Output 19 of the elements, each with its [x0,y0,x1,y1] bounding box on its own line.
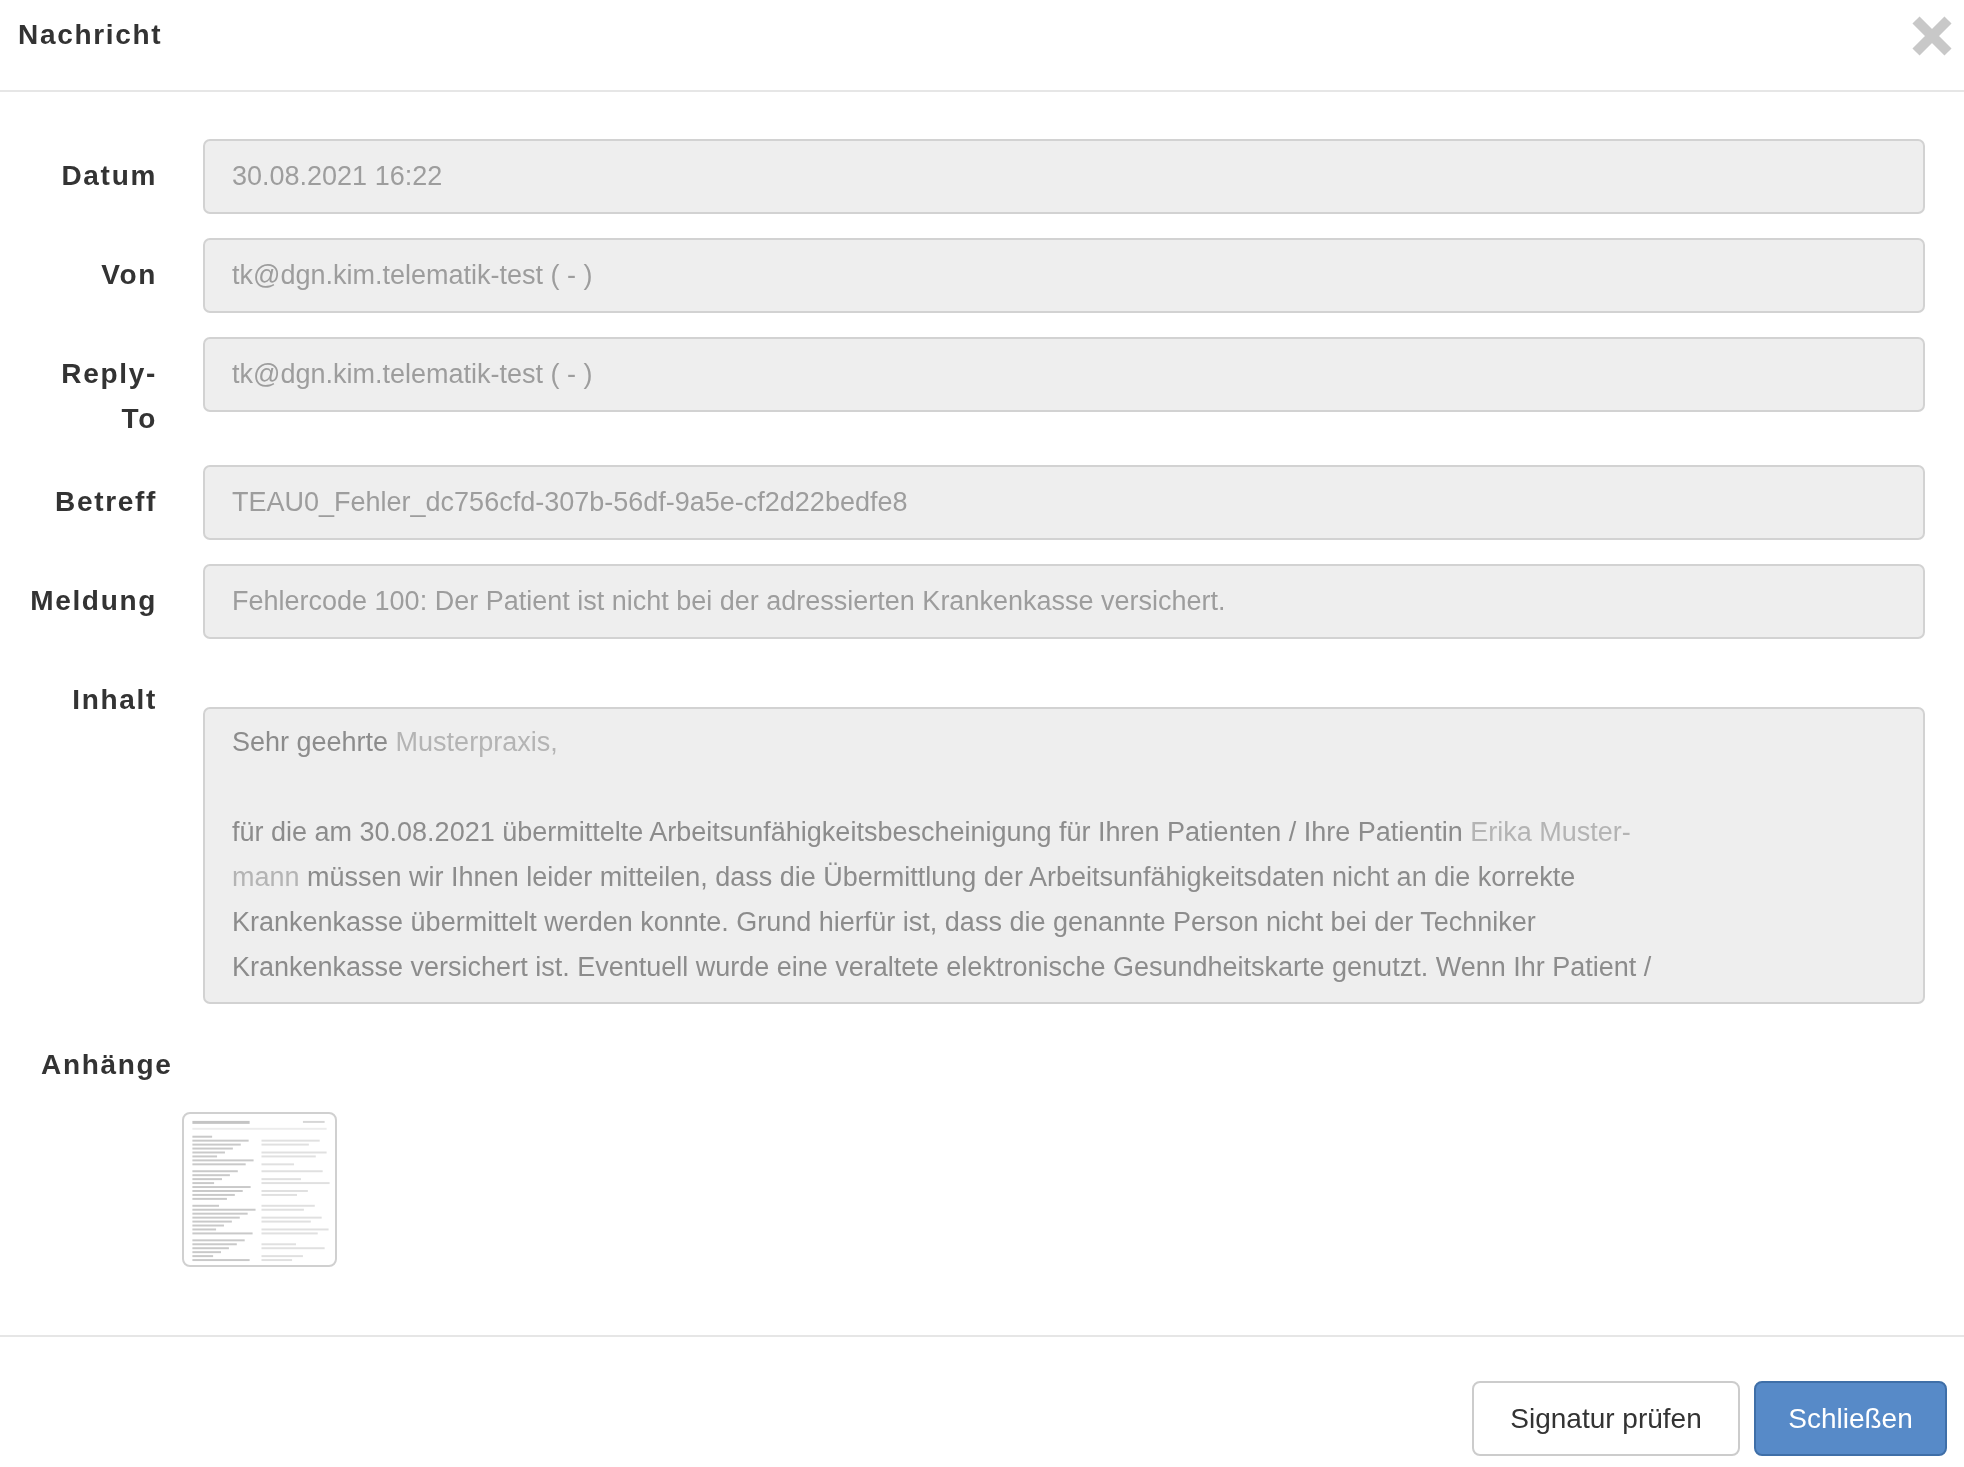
document-thumbnail[interactable] [182,1112,337,1267]
field-label: Meldung [30,584,157,618]
message-textarea[interactable]: Sehr geehrte Musterpraxis, für die am 30.08.2021 übermittelte Arbeitsunfähigkeitsbescheinigung für Ihren Patienten / Ihre Patientin Erika Muster- mann müssen wir Ihnen leider mitteilen, dass die Übermittlung der Arbeitsunfähigkeitsdaten nicht an die korrekte Krankenkasse übermittelt werden konnte. Grund hierfür ist, dass die genannte Person nicht bei der Techniker Krankenkasse versichert ist. Eventuell wurde eine veraltete elektronische Gesundheitskarte genutzt. Wenn Ihr Patient / [203,707,1925,1004]
field-label: Von [101,258,157,292]
field-label: Inhalt [72,683,157,717]
verify-signature-button[interactable]: Signatur prüfen [1472,1381,1740,1456]
dialog-title: Nachricht [18,18,163,52]
input-field[interactable]: TEAU0_Fehler_dc756cfd-307b-56df-9a5e-cf2d22bedfe8 [203,465,1925,540]
field-label: Reply-To [61,357,157,436]
close-dialog-button[interactable]: Schließen [1754,1381,1947,1456]
close-button[interactable] [1912,16,1952,56]
section-label: Anhänge [41,1048,173,1082]
close-icon [1912,16,1952,56]
input-field[interactable]: 30.08.2021 16:22 [203,139,1925,214]
field-label: Datum [61,159,157,193]
input-field[interactable]: tk@dgn.kim.telematik-test ( - ) [203,238,1925,313]
field-label: Betreff [55,485,157,519]
input-field[interactable]: Fehlercode 100: Der Patient ist nicht bei der adressierten Krankenkasse versichert. [203,564,1925,639]
input-field[interactable]: tk@dgn.kim.telematik-test ( - ) [203,337,1925,412]
